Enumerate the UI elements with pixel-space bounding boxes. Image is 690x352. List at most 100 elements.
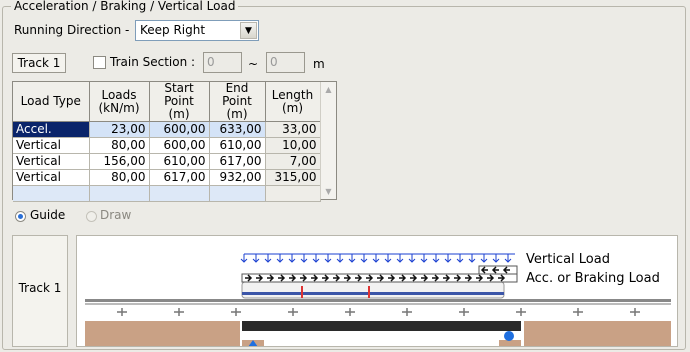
sleeper — [630, 308, 640, 316]
table-cell[interactable] — [149, 185, 210, 202]
table-cell[interactable]: Vertical — [13, 169, 90, 186]
vertical-load-arrow — [264, 254, 272, 263]
accel-arrow — [267, 274, 275, 282]
table-cell[interactable]: 156,00 — [89, 153, 150, 170]
vertical-load-arrow — [396, 254, 404, 263]
vertical-load-arrow — [336, 254, 344, 263]
table-cell[interactable]: 315,00 — [265, 169, 321, 186]
table-row[interactable]: Vertical 80,00 600,00 610,00 10,00 — [13, 137, 321, 154]
table-cell[interactable]: 80,00 — [89, 169, 150, 186]
accel-arrow — [245, 274, 253, 282]
table-cell[interactable]: 80,00 — [89, 137, 150, 154]
table-cell[interactable]: 617,00 — [149, 169, 210, 186]
vertical-load-arrow — [372, 254, 380, 263]
vertical-load-arrow — [276, 254, 284, 263]
sleeper — [345, 308, 355, 316]
accel-arrow — [311, 274, 319, 282]
accel-arrow — [410, 274, 418, 282]
vertical-load-arrow — [348, 254, 356, 263]
table-cell[interactable] — [89, 185, 150, 202]
train-section-checkbox[interactable] — [93, 56, 106, 69]
track-panel-label: Track 1 — [18, 281, 62, 295]
vertical-load-arrow — [360, 254, 368, 263]
table-cell[interactable]: Accel. — [13, 121, 90, 138]
column-header[interactable]: Load Type — [13, 82, 90, 122]
unit-label: m — [313, 57, 325, 71]
table-row[interactable]: Vertical 80,00 617,00 932,00 315,00 — [13, 169, 321, 186]
abutment-right — [499, 340, 521, 346]
track-tab-label: Track 1 — [17, 56, 61, 70]
load-table[interactable]: Load Type Loads (kN/m) Start Point (m) End… — [12, 81, 337, 202]
running-direction-select[interactable]: Keep Right ▼ — [135, 20, 259, 41]
accel-arrow — [432, 274, 440, 282]
track-tab[interactable]: Track 1 — [12, 53, 66, 73]
braking-arrow — [502, 266, 510, 274]
rail-top — [85, 299, 671, 302]
vertical-load-arrow — [384, 254, 392, 263]
table-cell[interactable]: Vertical — [13, 153, 90, 170]
table-cell[interactable]: Vertical — [13, 137, 90, 154]
vertical-load-arrow — [492, 254, 500, 263]
column-header[interactable]: Start Point (m) — [149, 82, 210, 122]
vertical-load-arrow — [432, 254, 440, 263]
accel-arrow — [256, 274, 264, 282]
braking-arrow — [480, 266, 488, 274]
accel-arrow — [476, 274, 484, 282]
table-cell[interactable]: 633,00 — [209, 121, 266, 138]
column-header[interactable]: End Point (m) — [209, 82, 266, 122]
column-header[interactable]: Loads (kN/m) — [89, 82, 150, 122]
table-cell[interactable]: 10,00 — [265, 137, 321, 154]
train-section-from-input[interactable]: 0 — [203, 52, 242, 73]
table-cell[interactable]: 33,00 — [265, 121, 321, 138]
accel-arrow — [322, 274, 330, 282]
table-cell[interactable]: 932,00 — [209, 169, 266, 186]
table-cell[interactable]: 7,00 — [265, 153, 321, 170]
accel-arrow — [465, 274, 473, 282]
vertical-load-arrow — [300, 254, 308, 263]
vertical-load-arrow — [456, 254, 464, 263]
column-header[interactable]: Length (m) — [265, 82, 321, 122]
vertical-load-arrow — [420, 254, 428, 263]
vertical-load-arrow — [252, 254, 260, 263]
accel-arrow — [377, 274, 385, 282]
vertical-load-arrow — [480, 254, 488, 263]
guide-radio[interactable] — [15, 211, 26, 222]
sleeper — [288, 308, 298, 316]
roller-support-icon — [504, 331, 514, 341]
table-cell[interactable] — [13, 185, 90, 202]
train-section-to-input[interactable]: 0 — [266, 52, 305, 73]
scroll-up-icon[interactable]: ▲ — [321, 82, 336, 97]
table-cell[interactable]: 610,00 — [149, 153, 210, 170]
accel-load-label: Acc. or Braking Load — [526, 271, 660, 286]
table-cell[interactable] — [265, 185, 321, 202]
draw-radio[interactable] — [86, 211, 97, 222]
accel-arrow — [454, 274, 462, 282]
accel-arrow — [278, 274, 286, 282]
vertical-load-arrow — [504, 254, 512, 263]
table-cell[interactable]: 610,00 — [209, 137, 266, 154]
sleeper — [231, 308, 241, 316]
sleeper — [459, 308, 469, 316]
train-stripe — [242, 292, 504, 295]
table-row-new[interactable] — [13, 185, 321, 202]
table-cell[interactable]: 600,00 — [149, 121, 210, 138]
scroll-down-icon[interactable]: ▼ — [321, 184, 336, 199]
vertical-load-arrow — [468, 254, 476, 263]
table-cell[interactable]: 617,00 — [209, 153, 266, 170]
table-cell[interactable]: 600,00 — [149, 137, 210, 154]
vertical-load-arrow — [240, 254, 248, 263]
accel-arrow — [388, 274, 396, 282]
table-row[interactable]: Accel. 23,00 600,00 633,00 33,00 — [13, 121, 321, 138]
table-scrollbar[interactable]: ▲ ▼ — [320, 82, 336, 199]
chevron-down-icon[interactable]: ▼ — [240, 22, 257, 39]
accel-arrow — [498, 274, 506, 282]
accel-arrow — [443, 274, 451, 282]
accel-arrow — [300, 274, 308, 282]
ground-left — [85, 321, 240, 346]
table-row[interactable]: Vertical 156,00 610,00 617,00 7,00 — [13, 153, 321, 170]
sleeper — [402, 308, 412, 316]
accel-arrow — [366, 274, 374, 282]
table-header-row: Load Type Loads (kN/m) Start Point (m) End… — [13, 82, 321, 122]
table-cell[interactable] — [209, 185, 266, 202]
table-cell[interactable]: 23,00 — [89, 121, 150, 138]
